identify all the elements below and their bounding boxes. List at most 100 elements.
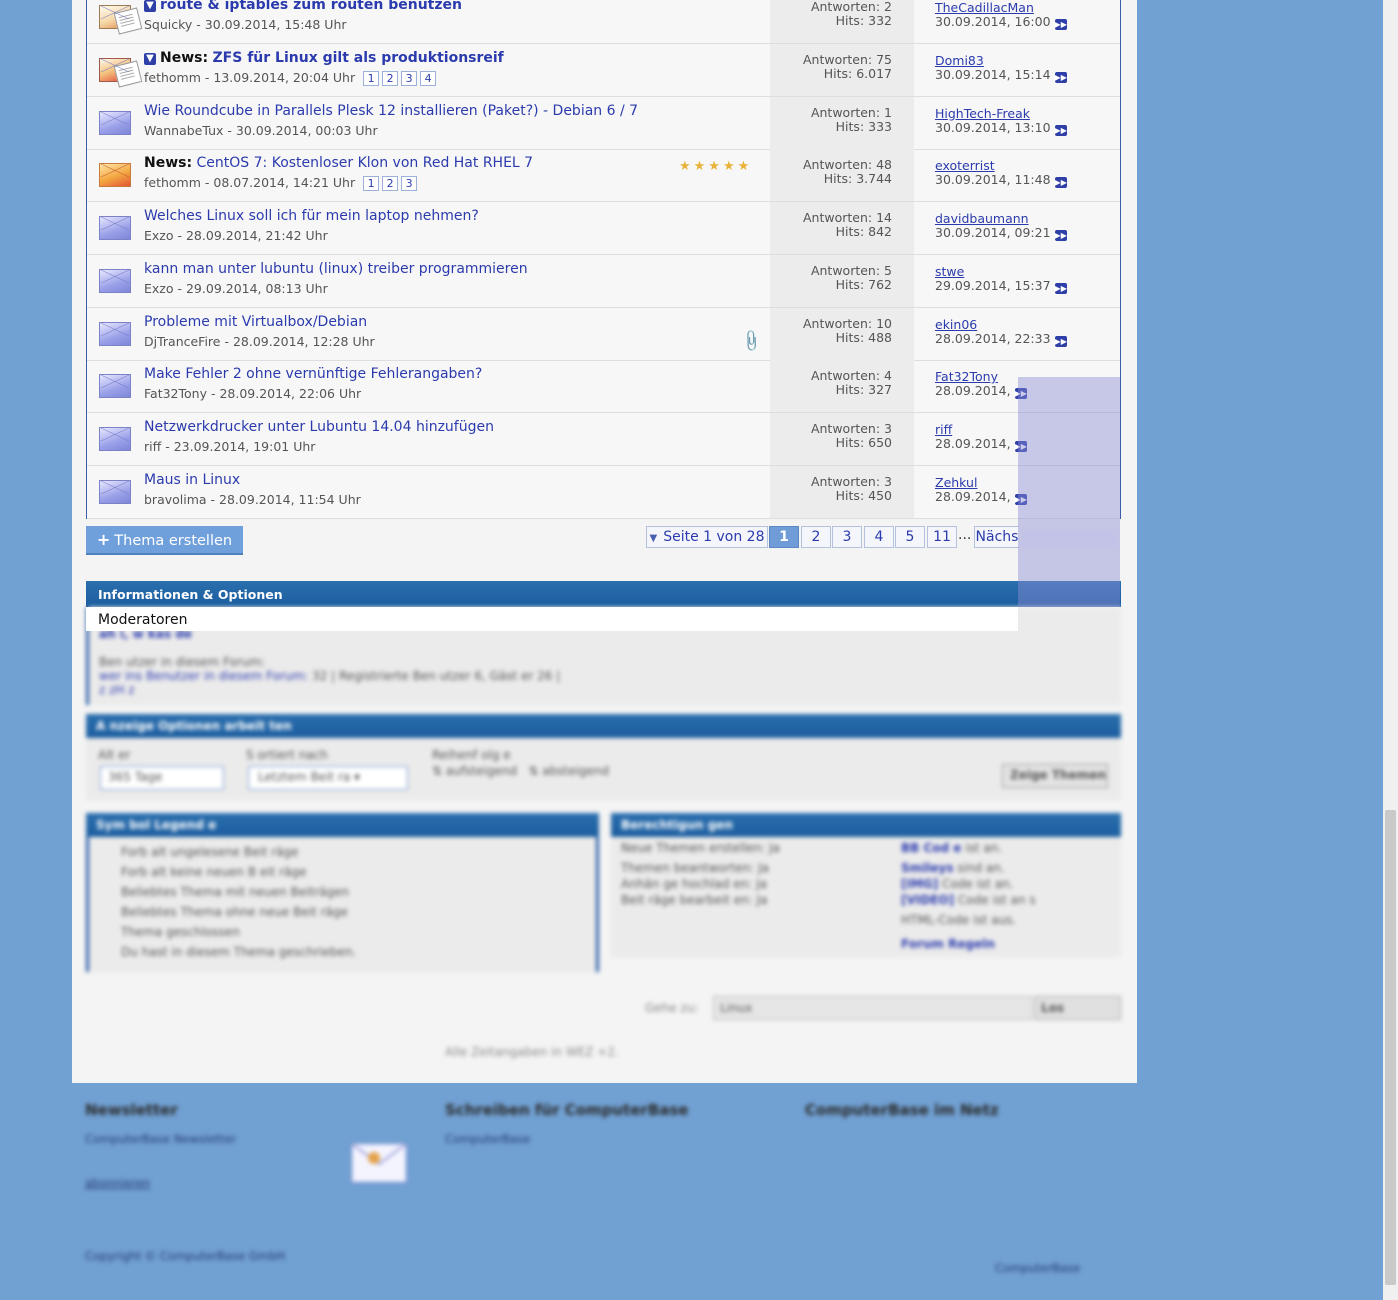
goto-last-post-icon[interactable]: ▶▶	[1054, 336, 1067, 347]
goto-last-post-icon[interactable]: ▶▶	[1054, 72, 1067, 83]
thread-status-cell	[87, 149, 141, 201]
envelope-icon	[99, 322, 131, 346]
page-link[interactable]: 4	[864, 526, 894, 548]
thread-author[interactable]: fethomm	[144, 70, 201, 85]
thread-title-link[interactable]: ZFS für Linux gilt als produktionsreif	[213, 50, 504, 66]
scrollbar-thumb[interactable]	[1385, 810, 1396, 1285]
last-post-date: 28.09.2014, ▶▶	[935, 489, 1027, 505]
last-post-date: 30.09.2014, 16:00 ▶▶	[935, 14, 1067, 30]
thread-author[interactable]: WannabeTux	[144, 123, 223, 138]
last-post-user[interactable]: stwe	[935, 264, 964, 279]
page-link-current[interactable]: 1	[769, 526, 799, 548]
thread-title-link[interactable]: Make Fehler 2 ohne vernünftige Fehlerang…	[144, 366, 482, 382]
thread-title-link[interactable]: Welches Linux soll ich für mein laptop n…	[144, 208, 479, 224]
thread-page-link[interactable]: 1	[363, 176, 380, 191]
thread-title: Welches Linux soll ich für mein laptop n…	[144, 208, 479, 224]
page-link[interactable]: 2	[801, 526, 831, 548]
last-post-user[interactable]: TheCadillacMan	[935, 0, 1034, 15]
thread-author[interactable]: bravolima	[144, 492, 207, 507]
thread-replies: Antworten: 10	[803, 316, 892, 331]
thread-title-link[interactable]: CentOS 7: Kostenloser Klon von Red Hat R…	[197, 155, 534, 171]
thread-title: Maus in Linux	[144, 472, 240, 488]
last-post-user[interactable]: davidbaumann	[935, 211, 1029, 226]
last-post-cell: HighTech-Freak 30.09.2014, 13:10 ▶▶	[935, 97, 1120, 149]
thread-stats: Antworten: 3 Hits: 450	[770, 466, 914, 518]
page-link[interactable]: 3	[832, 526, 862, 548]
goto-last-post-icon[interactable]: ▶▶	[1054, 230, 1067, 241]
thread-author[interactable]: Squicky	[144, 17, 192, 32]
last-post-user[interactable]: Fat32Tony	[935, 369, 998, 384]
last-post-date: 30.09.2014, 11:48 ▶▶	[935, 172, 1067, 188]
thread-author[interactable]: fethomm	[144, 175, 201, 190]
thread-stats: Antworten: 14 Hits: 842	[770, 202, 914, 254]
thread-status-cell	[87, 202, 141, 254]
page-link[interactable]: 11	[927, 526, 957, 548]
goto-last-post-icon[interactable]: ▶▶	[1054, 283, 1067, 294]
thread-row: Wie Roundcube in Parallels Plesk 12 inst…	[87, 97, 1120, 150]
thread-title-link[interactable]: Netzwerkdrucker unter Lubuntu 14.04 hinz…	[144, 419, 494, 435]
thread-page-link[interactable]: 3	[401, 71, 418, 86]
sticky-arrow-icon: ▼	[144, 0, 156, 12]
thread-replies: Antworten: 48	[803, 157, 892, 172]
last-post-date-text: 29.09.2014, 15:37	[935, 278, 1051, 293]
last-post-user[interactable]: Domi83	[935, 53, 984, 68]
envelope-icon	[99, 269, 131, 293]
last-post-user[interactable]: HighTech-Freak	[935, 106, 1030, 121]
thread-meta: WannabeTux - 30.09.2014, 00:03 Uhr	[144, 123, 378, 138]
thread-date: 29.09.2014, 08:13 Uhr	[185, 281, 328, 296]
envelope-icon	[99, 427, 131, 451]
thread-title-link[interactable]: Maus in Linux	[144, 472, 240, 488]
thread-stats: Antworten: 4 Hits: 327	[770, 360, 914, 412]
page-scrollbar[interactable]	[1383, 0, 1398, 1300]
thread-page-link[interactable]: 4	[420, 71, 437, 86]
thread-author[interactable]: Fat32Tony	[144, 386, 207, 401]
thread-meta: fethomm - 08.07.2014, 14:21 Uhr 1 2 3	[144, 175, 420, 191]
thread-hits: Hits: 333	[835, 119, 892, 134]
goto-last-post-icon[interactable]: ▶▶	[1054, 125, 1067, 136]
thread-meta: Fat32Tony - 28.09.2014, 22:06 Uhr	[144, 386, 362, 401]
goto-last-post-icon[interactable]: ▶▶	[1054, 19, 1067, 30]
thread-title-link[interactable]: Probleme mit Virtualbox/Debian	[144, 314, 367, 330]
last-post-cell: ekin06 28.09.2014, 22:33 ▶▶	[935, 308, 1120, 360]
thread-author[interactable]: Exzo	[144, 281, 174, 296]
create-thread-button[interactable]: + Thema erstellen	[86, 526, 243, 555]
last-post-user[interactable]: ekin06	[935, 317, 977, 332]
last-post-date-text: 28.09.2014, 22:33	[935, 331, 1051, 346]
thread-title-link[interactable]: kann man unter lubuntu (linux) treiber p…	[144, 261, 528, 277]
thread-status-cell	[87, 97, 141, 149]
thread-page-link[interactable]: 2	[382, 71, 399, 86]
thread-author[interactable]: Exzo	[144, 228, 174, 243]
thread-page-link[interactable]: 2	[382, 176, 399, 191]
thread-stats: Antworten: 48 Hits: 3.744	[770, 149, 914, 201]
thread-author[interactable]: DjTranceFire	[144, 334, 221, 349]
envelope-icon	[99, 111, 131, 135]
thread-author[interactable]: riff	[144, 439, 161, 454]
thread-replies: Antworten: 1	[810, 105, 892, 120]
info-options-header: Informationen & Optionen	[86, 581, 1121, 607]
last-post-date: 30.09.2014, 15:14 ▶▶	[935, 67, 1067, 83]
thread-meta: Squicky - 30.09.2014, 15:48 Uhr	[144, 17, 347, 32]
thread-title-link[interactable]: route & iptables zum routen benutzen	[160, 0, 462, 13]
last-post-cell: davidbaumann 30.09.2014, 09:21 ▶▶	[935, 202, 1120, 254]
page-link[interactable]: 5	[895, 526, 925, 548]
envelope-icon	[99, 163, 131, 187]
rating-stars-icon: ★★★★★	[679, 159, 753, 174]
thread-stats: Antworten: 10 Hits: 488	[770, 308, 914, 360]
goto-last-post-icon[interactable]: ▶▶	[1054, 177, 1067, 188]
page-jump-dropdown[interactable]: ▼ Seite 1 von 28	[646, 526, 768, 548]
last-post-user[interactable]: exoterrist	[935, 158, 995, 173]
thread-replies: Antworten: 3	[810, 421, 892, 436]
thread-page-link[interactable]: 3	[401, 176, 418, 191]
envelope-icon	[99, 5, 143, 35]
thread-page-link[interactable]: 1	[363, 71, 380, 86]
thread-title-link[interactable]: Wie Roundcube in Parallels Plesk 12 inst…	[144, 103, 638, 119]
thread-stats: Antworten: 75 Hits: 6.017	[770, 44, 914, 96]
last-post-user[interactable]: riff	[935, 422, 952, 437]
next-page-link[interactable]: Nächs	[974, 526, 1019, 548]
page-jump-label: Seite 1 von 28	[663, 529, 765, 545]
thread-date: 08.07.2014, 14:21 Uhr	[213, 175, 356, 190]
thread-stats: Antworten: 5 Hits: 762	[770, 255, 914, 307]
thread-replies: Antworten: 3	[810, 474, 892, 489]
last-post-cell: Domi83 30.09.2014, 15:14 ▶▶	[935, 44, 1120, 96]
last-post-user[interactable]: Zehkul	[935, 475, 977, 490]
